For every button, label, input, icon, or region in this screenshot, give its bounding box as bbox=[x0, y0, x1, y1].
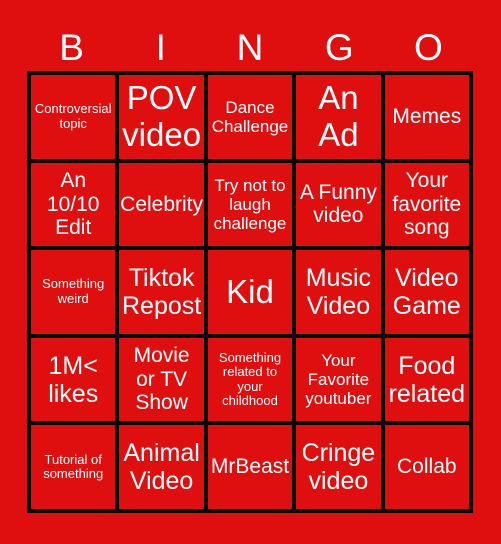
bingo-cell-r3c4[interactable]: Music Video bbox=[296, 250, 381, 334]
header-letter-g: G bbox=[324, 27, 354, 68]
bingo-cell-r1c5[interactable]: Memes bbox=[384, 75, 469, 159]
header-letter-i: I bbox=[155, 27, 166, 68]
bingo-cell-r2c3[interactable]: Try not to laugh challenge bbox=[207, 162, 293, 247]
bingo-cell-r1c3[interactable]: Dance Challenge bbox=[207, 75, 293, 159]
bingo-cell-r4c4[interactable]: Your Favorite youtuber bbox=[296, 337, 381, 422]
bingo-card: B I N G O Controversial topic POV video … bbox=[0, 0, 501, 544]
bingo-cell-r3c2[interactable]: Tiktok Repost bbox=[119, 250, 204, 334]
bingo-cell-r5c2[interactable]: Animal Video bbox=[119, 425, 204, 509]
header-letter-n: N bbox=[236, 27, 264, 68]
header-letter-o: O bbox=[414, 27, 443, 68]
bingo-cell-r2c1[interactable]: An 10/10 Edit bbox=[31, 162, 116, 247]
bingo-cell-r3c1[interactable]: Something weird bbox=[31, 250, 116, 334]
bingo-cell-r1c2[interactable]: POV video bbox=[119, 75, 204, 159]
bingo-cell-r4c2[interactable]: Movie or TV Show bbox=[119, 337, 204, 422]
bingo-cell-r5c3[interactable]: MrBeast bbox=[207, 425, 293, 509]
bingo-header: B I N G O bbox=[27, 24, 473, 71]
bingo-cell-r4c1[interactable]: 1M< likes bbox=[31, 337, 116, 422]
bingo-cell-r1c1[interactable]: Controversial topic bbox=[31, 75, 116, 159]
bingo-cell-r5c1[interactable]: Tutorial of something bbox=[31, 425, 116, 509]
bingo-cell-r2c4[interactable]: A Funny video bbox=[296, 162, 381, 247]
bingo-cell-r5c4[interactable]: Cringe video bbox=[296, 425, 381, 509]
bingo-cell-r3c5[interactable]: Video Game bbox=[384, 250, 469, 334]
bingo-cell-r3c3[interactable]: Kid bbox=[207, 250, 293, 334]
bingo-cell-r4c3[interactable]: Something related to your childhood bbox=[207, 337, 293, 422]
bingo-cell-r4c5[interactable]: Food related bbox=[384, 337, 469, 422]
header-letter-b: B bbox=[59, 27, 84, 68]
bingo-cell-r5c5[interactable]: Collab bbox=[384, 425, 469, 509]
bingo-cell-r2c5[interactable]: Your favorite song bbox=[384, 162, 469, 247]
bingo-cell-r2c2[interactable]: Celebrity bbox=[119, 162, 204, 247]
bingo-cell-r1c4[interactable]: An Ad bbox=[296, 75, 381, 159]
bingo-grid: Controversial topic POV video Dance Chal… bbox=[27, 71, 473, 513]
